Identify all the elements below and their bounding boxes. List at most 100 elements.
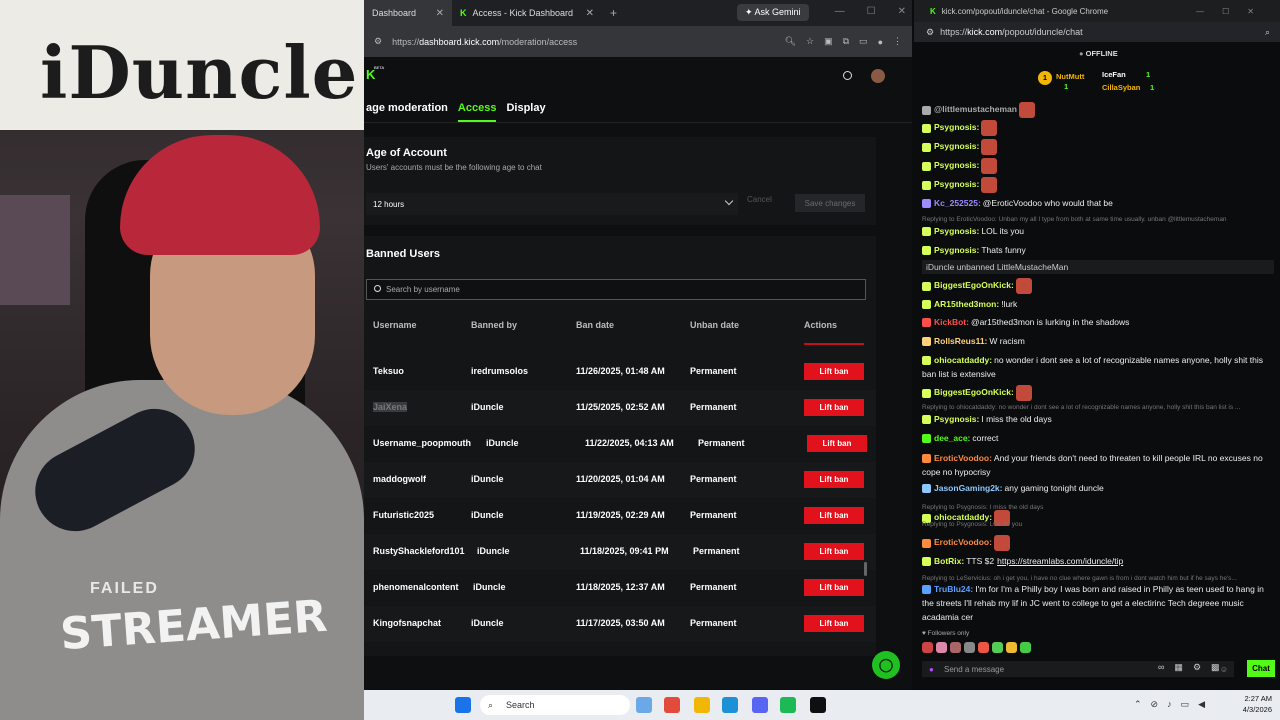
emote-icon[interactable]: [950, 642, 961, 653]
windows-start-icon[interactable]: [455, 697, 471, 713]
kick-app-icon[interactable]: [810, 697, 826, 713]
minimize-icon[interactable]: —: [835, 6, 845, 17]
bookmark-star-icon[interactable]: ☆: [806, 36, 814, 47]
chrome-icon[interactable]: [664, 697, 680, 713]
file-explorer-icon[interactable]: [694, 697, 710, 713]
chat-username[interactable]: BiggestEgoOnKick:: [934, 387, 1014, 397]
window-controls[interactable]: —☐✕: [1196, 7, 1272, 16]
grid-icon[interactable]: ▦: [1174, 662, 1183, 673]
emote-icon[interactable]: [922, 642, 933, 653]
close-window-icon[interactable]: ✕: [898, 6, 906, 17]
chat-username[interactable]: RollsReus11:: [934, 336, 987, 346]
notification-icon[interactable]: [843, 71, 852, 80]
chat-username[interactable]: Kc_252525:: [934, 198, 981, 208]
chat-username[interactable]: Psygnosis:: [934, 122, 979, 132]
cell-username[interactable]: JaiXena: [373, 402, 408, 412]
zoom-icon[interactable]: ⌕: [1265, 27, 1270, 38]
menu-kebab-icon[interactable]: ⋮: [893, 36, 902, 47]
copilot-icon[interactable]: [636, 697, 652, 713]
cell-username[interactable]: phenomenalcontent: [373, 582, 459, 592]
cell-username[interactable]: RustyShackleford101: [373, 546, 465, 556]
puzzle-icon[interactable]: ⧉: [843, 36, 849, 47]
chat-address-bar[interactable]: ⚙ https://kick.com/popout/iduncle/chat ⌕: [914, 22, 1280, 42]
extension-icon[interactable]: ▣: [824, 36, 833, 47]
tab-dashboard[interactable]: Dashboard ✕: [364, 0, 452, 26]
chat-username[interactable]: BotRix:: [934, 556, 964, 566]
cell-username[interactable]: Username_poopmouth: [373, 438, 471, 448]
url-text[interactable]: https://dashboard.kick.com/moderation/ac…: [392, 37, 775, 47]
gear-icon[interactable]: ⚙: [1193, 662, 1201, 673]
gift-icon[interactable]: ▩: [1211, 662, 1220, 673]
chat-username[interactable]: dee_ace:: [934, 433, 970, 443]
cell-username[interactable]: maddogwolf: [373, 474, 426, 484]
lift-ban-button[interactable]: Lift ban: [804, 615, 864, 632]
chat-username[interactable]: TruBlu24:: [934, 584, 973, 594]
close-icon[interactable]: ✕: [586, 8, 594, 19]
new-tab-icon[interactable]: +: [610, 6, 617, 20]
lift-ban-button[interactable]: Lift ban: [804, 507, 864, 524]
mic-icon[interactable]: ●: [929, 665, 934, 674]
table-scrollbar[interactable]: [864, 562, 867, 576]
chat-username[interactable]: Psygnosis:: [934, 226, 979, 236]
chat-username[interactable]: KickBot:: [934, 317, 969, 327]
edge-icon[interactable]: [722, 697, 738, 713]
chat-username[interactable]: ohiocatdaddy:: [934, 355, 992, 365]
send-chat-button[interactable]: Chat: [1247, 660, 1275, 677]
emote-icon[interactable]: [964, 642, 975, 653]
tab-display[interactable]: Display: [506, 102, 545, 114]
cell-username[interactable]: Teksuo: [373, 366, 404, 376]
close-icon[interactable]: ✕: [436, 8, 444, 19]
emote-icon[interactable]: [1006, 642, 1017, 653]
tab-access[interactable]: Access: [457, 102, 497, 122]
lift-ban-button[interactable]: Lift ban: [804, 543, 864, 560]
avatar[interactable]: [871, 69, 885, 83]
leaderboard-name[interactable]: CillaSyban: [1102, 83, 1140, 92]
lift-ban-button[interactable]: Lift ban: [804, 579, 864, 596]
search-input[interactable]: Search by username: [366, 279, 866, 300]
save-changes-button[interactable]: Save changes: [795, 194, 865, 212]
clock[interactable]: 2:27 AM 4/3/2026: [1243, 693, 1272, 715]
emote-icon[interactable]: [992, 642, 1003, 653]
emote-icon[interactable]: [936, 642, 947, 653]
taskbar-search[interactable]: ⌕ Search: [480, 695, 630, 715]
cast-icon[interactable]: ▭: [859, 36, 868, 47]
maximize-icon[interactable]: ☐: [867, 6, 876, 17]
discord-icon[interactable]: [752, 697, 768, 713]
chat-username[interactable]: EroticVoodoo:: [934, 453, 992, 463]
lift-ban-button[interactable]: Lift ban: [807, 435, 867, 452]
tray-icons[interactable]: ⌃⊘♪▭◀: [1134, 699, 1214, 710]
account-age-select[interactable]: 12 hours: [366, 193, 738, 215]
chat-username[interactable]: AR15thed3mon:: [934, 299, 999, 309]
support-chat-button[interactable]: ◯: [872, 651, 900, 679]
address-bar[interactable]: ⚙ https://dashboard.kick.com/moderation/…: [364, 26, 912, 57]
chat-username[interactable]: Psygnosis:: [934, 160, 979, 170]
link-icon[interactable]: ∞: [1158, 662, 1164, 673]
site-info-icon[interactable]: ⚙: [926, 27, 934, 38]
tab-access[interactable]: K Access - Kick Dashboard ✕: [452, 0, 602, 26]
profile-icon[interactable]: ●: [878, 37, 883, 47]
chat-username[interactable]: Psygnosis:: [934, 141, 979, 151]
lift-ban-button[interactable]: Lift ban: [804, 363, 864, 380]
chat-username[interactable]: Psygnosis:: [934, 245, 979, 255]
lift-ban-button[interactable]: Lift ban: [804, 399, 864, 416]
chat-link[interactable]: https://streamlabs.com/iduncle/tip: [997, 556, 1123, 566]
ask-gemini-button[interactable]: ✦ Ask Gemini: [737, 4, 809, 21]
cell-username[interactable]: Futuristic2025: [373, 510, 434, 520]
site-info-icon[interactable]: ⚙: [374, 36, 382, 47]
cell-username[interactable]: Kingofsnapchat: [373, 618, 441, 628]
emote-icon[interactable]: [978, 642, 989, 653]
chat-username[interactable]: Psygnosis:: [934, 414, 979, 424]
leaderboard-name[interactable]: IceFan: [1102, 70, 1126, 79]
emote-icon[interactable]: [1020, 642, 1031, 653]
spotify-icon[interactable]: [780, 697, 796, 713]
chat-username[interactable]: BiggestEgoOnKick:: [934, 280, 1014, 290]
chat-username[interactable]: JasonGaming2k:: [934, 483, 1003, 493]
zoom-icon[interactable]: 🔍︎: [785, 36, 796, 47]
tab-age-moderation[interactable]: age moderation: [366, 102, 448, 114]
lift-ban-button[interactable]: Lift ban: [804, 471, 864, 488]
leaderboard-name[interactable]: NutMutt: [1056, 72, 1084, 81]
emoji-icon[interactable]: ☺: [1220, 665, 1228, 674]
chat-username[interactable]: Psygnosis:: [934, 179, 979, 189]
chat-username[interactable]: @littlemustacheman: [934, 104, 1017, 114]
cancel-button[interactable]: Cancel: [747, 195, 772, 204]
